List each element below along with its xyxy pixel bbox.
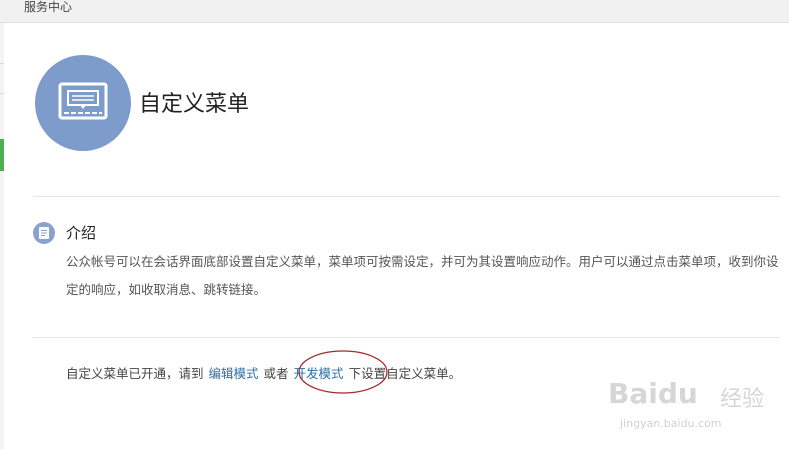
monitor-chat-icon bbox=[35, 55, 131, 151]
top-bar: 服务中心 bbox=[0, 0, 789, 23]
edit-mode-link[interactable]: 编辑模式 bbox=[209, 366, 259, 381]
watermark: Baidu 经验 jingyan.baidu.com bbox=[608, 377, 778, 447]
status-prefix: 自定义菜单已开通，请到 bbox=[66, 366, 204, 381]
nav-active-indicator[interactable] bbox=[0, 139, 4, 171]
document-icon bbox=[33, 222, 55, 244]
watermark-logo-suffix: 经验 bbox=[720, 387, 765, 412]
status-or-text: 或者 bbox=[263, 366, 289, 381]
page-title: 自定义菜单 bbox=[139, 92, 250, 117]
header-title: 服务中心 bbox=[24, 0, 73, 14]
nav-divider bbox=[0, 93, 4, 94]
annotation-circle bbox=[298, 350, 388, 394]
watermark-url: jingyan.baidu.com bbox=[620, 417, 722, 430]
left-nav-strip bbox=[0, 23, 4, 449]
nav-divider bbox=[0, 63, 4, 64]
intro-heading: 介绍 bbox=[66, 224, 97, 242]
watermark-logo: Baidu bbox=[608, 377, 698, 410]
intro-description: 公众帐号可以在会话界面底部设置自定义菜单，菜单项可按需设定，并可为其设置响应动作… bbox=[66, 254, 779, 297]
section-divider bbox=[33, 337, 780, 338]
menu-status-message: 自定义菜单已开通，请到 编辑模式 或者 开发模式 下设置自定义菜单。 bbox=[66, 365, 461, 383]
section-divider bbox=[33, 196, 780, 197]
